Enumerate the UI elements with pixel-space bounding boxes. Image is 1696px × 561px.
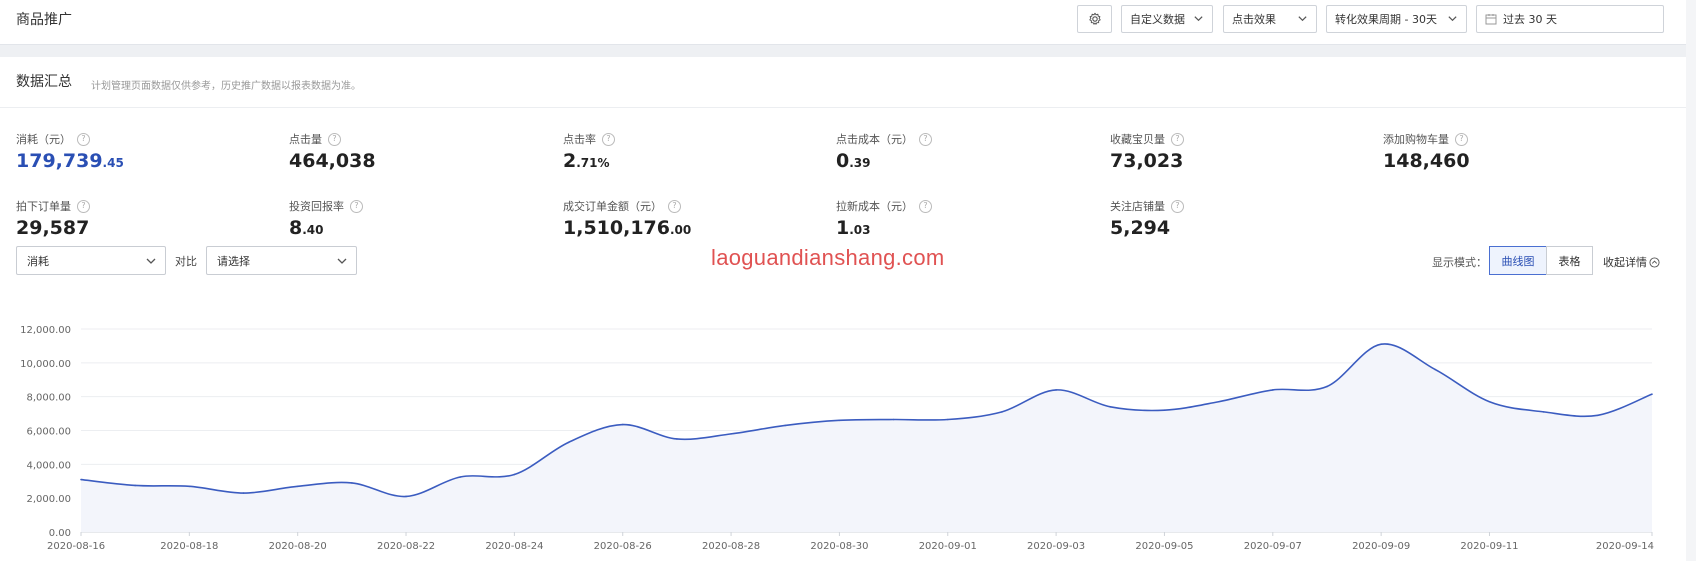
data-point (838, 419, 841, 422)
calendar-icon (1485, 13, 1497, 25)
x-tick-label: 2020-08-18 (160, 541, 218, 552)
data-point (892, 418, 895, 421)
data-point (296, 485, 299, 488)
click-effect-dropdown[interactable]: 点击效果 (1223, 5, 1317, 33)
data-point (351, 482, 353, 484)
y-tick-label: 2,000.00 (26, 494, 71, 505)
data-point (621, 423, 624, 426)
page-title: 商品推广 (16, 12, 72, 28)
data-point (405, 495, 407, 498)
data-point (1488, 400, 1491, 403)
data-point (1163, 409, 1166, 412)
data-point (459, 476, 462, 478)
series-area (81, 343, 1652, 532)
date-range-value: 过去 30 天 (1503, 13, 1557, 26)
data-point (1001, 411, 1003, 413)
settings-button[interactable] (1077, 5, 1112, 33)
scrollbar-track[interactable] (1686, 0, 1696, 561)
x-tick-label: 2020-08-28 (702, 541, 760, 552)
data-point (1434, 368, 1437, 371)
data-point (1651, 393, 1653, 395)
conversion-period-label: 转化效果周期 - 30天 (1335, 13, 1437, 26)
y-tick-label: 12,000.00 (20, 325, 71, 336)
x-tick-label: 2020-09-05 (1135, 541, 1193, 552)
x-tick-label: 2020-09-07 (1244, 541, 1302, 552)
data-point (1380, 343, 1382, 346)
data-point (1597, 414, 1599, 417)
chevron-down-icon (1298, 16, 1307, 22)
spend-line-chart: 0.00 2,000.00 4,000.00 6,000.00 8,000.00 10,0… (20, 325, 1654, 552)
data-point (1109, 406, 1112, 408)
x-tick-label: 2020-08-30 (810, 541, 868, 552)
click-effect-label: 点击效果 (1232, 13, 1276, 26)
data-point (513, 473, 516, 476)
chevron-down-icon (1448, 16, 1457, 22)
data-point (188, 485, 191, 488)
summary-panel: 数据汇总 计划管理页面数据仅供参考，历史推广数据以报表数据为准。 消耗（元）? … (0, 57, 1686, 561)
date-range-picker[interactable]: 过去 30 天 (1476, 5, 1664, 33)
x-tick-label: 2020-09-09 (1352, 541, 1410, 552)
y-tick-label: 8,000.00 (26, 393, 71, 404)
data-point (676, 438, 678, 440)
y-tick-label: 4,000.00 (26, 460, 71, 471)
y-tick-label: 0.00 (49, 528, 71, 539)
x-tick-label: 2020-08-16 (47, 541, 105, 552)
y-tick-label: 6,000.00 (26, 427, 71, 438)
data-point (1271, 389, 1274, 391)
x-tick-label: 2020-08-26 (594, 541, 652, 552)
data-point (1055, 389, 1057, 391)
custom-data-label: 自定义数据 (1130, 13, 1185, 26)
x-tick-label: 2020-08-24 (485, 541, 543, 552)
x-tick-label: 2020-09-11 (1460, 541, 1518, 552)
data-point (1326, 385, 1328, 388)
x-tick-label: 2020-08-20 (269, 541, 327, 552)
data-point (80, 478, 82, 481)
data-point (1217, 400, 1220, 403)
data-point (1542, 411, 1545, 413)
data-point (242, 492, 245, 494)
custom-data-dropdown[interactable]: 自定义数据 (1121, 5, 1213, 33)
gear-icon (1088, 12, 1101, 25)
data-point (730, 433, 732, 435)
data-point (567, 441, 570, 444)
data-point (784, 424, 787, 427)
y-tick-label: 10,000.00 (20, 359, 71, 370)
chevron-down-icon (1194, 16, 1203, 22)
x-tick-label: 2020-09-14 (1596, 541, 1654, 552)
x-tick-label: 2020-08-22 (377, 541, 435, 552)
x-tick-label: 2020-09-01 (919, 541, 977, 552)
top-bar: 商品推广 自定义数据 点击效果 转化效果周期 - 30天 过去 30 天 (0, 0, 1686, 45)
x-tick-label: 2020-09-03 (1027, 541, 1085, 552)
data-point (946, 418, 949, 421)
data-point (134, 484, 136, 487)
conversion-period-dropdown[interactable]: 转化效果周期 - 30天 (1326, 5, 1467, 33)
